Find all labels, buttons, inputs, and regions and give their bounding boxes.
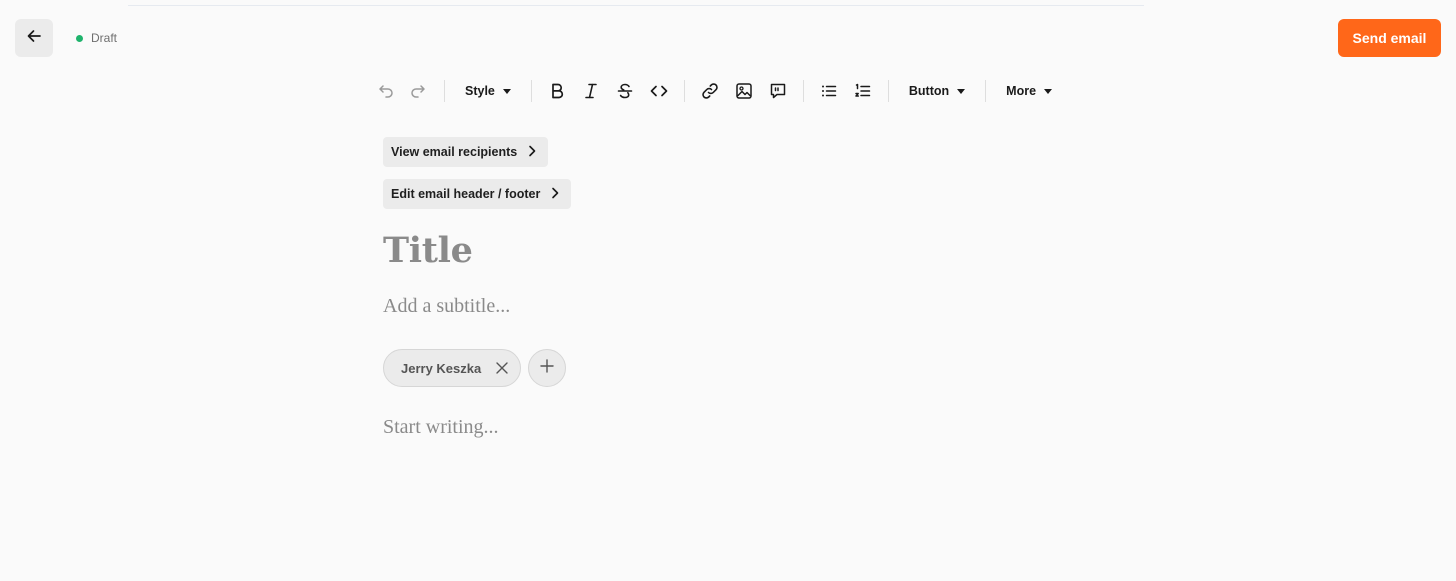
view-recipients-label: View email recipients [391, 145, 518, 159]
button-dropdown-label: Button [908, 84, 950, 98]
caret-down-icon [1044, 88, 1053, 94]
subtitle-input[interactable]: Add a subtitle... [383, 295, 510, 318]
send-email-button[interactable]: Send email [1338, 19, 1441, 57]
link-icon[interactable] [693, 74, 727, 108]
caret-down-icon [502, 88, 511, 94]
chevron-right-icon [548, 186, 562, 203]
author-chip: Jerry Keszka [383, 349, 521, 387]
formatting-toolbar: Style Button More [368, 73, 1064, 109]
post-status: Draft [76, 31, 117, 45]
quote-icon[interactable] [761, 74, 795, 108]
italic-icon[interactable] [574, 74, 608, 108]
toolbar-divider [683, 80, 685, 102]
arrow-left-icon [25, 27, 43, 50]
bullet-list-icon[interactable] [812, 74, 846, 108]
plus-icon [539, 358, 555, 379]
more-dropdown-label: More [1006, 84, 1037, 98]
top-divider [128, 0, 1144, 6]
toolbar-divider [985, 80, 987, 102]
strikethrough-icon[interactable] [608, 74, 642, 108]
undo-icon[interactable] [368, 74, 402, 108]
toolbar-divider [887, 80, 889, 102]
add-author-button[interactable] [528, 349, 566, 387]
code-icon[interactable] [642, 74, 676, 108]
more-dropdown[interactable]: More [994, 74, 1064, 108]
edit-header-footer-button[interactable]: Edit email header / footer [383, 179, 572, 209]
numbered-list-icon[interactable] [846, 74, 880, 108]
author-name: Jerry Keszka [401, 360, 482, 376]
image-icon[interactable] [727, 74, 761, 108]
bold-icon[interactable] [540, 74, 574, 108]
button-dropdown[interactable]: Button [897, 74, 977, 108]
title-input[interactable]: Title [383, 230, 473, 271]
redo-icon[interactable] [402, 74, 436, 108]
close-icon[interactable] [495, 361, 509, 375]
toolbar-divider [444, 80, 445, 102]
status-label: Draft [91, 31, 118, 45]
toolbar-divider [802, 80, 804, 102]
back-button[interactable] [15, 19, 53, 57]
caret-down-icon [957, 88, 966, 94]
status-dot [76, 34, 83, 42]
edit-header-footer-label: Edit email header / footer [391, 187, 541, 201]
chevron-right-icon [525, 144, 539, 161]
toolbar-divider [530, 80, 532, 102]
style-dropdown-label: Style [465, 84, 495, 98]
body-editor[interactable]: Start writing... [383, 416, 499, 439]
view-recipients-button[interactable]: View email recipients [383, 137, 549, 167]
style-dropdown[interactable]: Style [453, 74, 523, 108]
